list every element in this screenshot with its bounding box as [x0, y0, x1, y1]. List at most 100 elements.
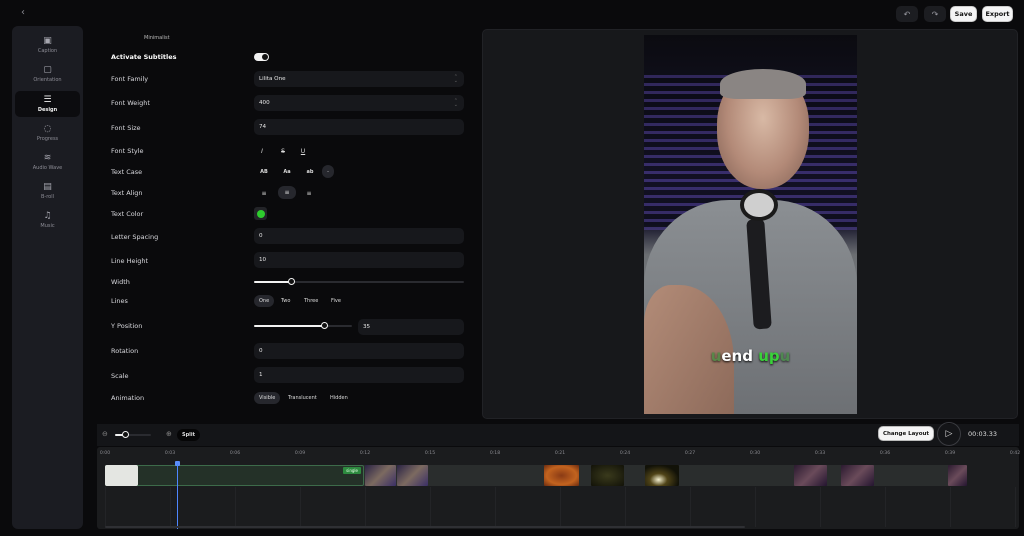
sidebar-item-b-roll[interactable]: ▤ B-roll	[15, 178, 80, 204]
timeline-grid-line	[690, 487, 691, 527]
timeline-horizontal-scrollbar[interactable]	[105, 526, 745, 528]
sidebar: ▣ Caption ▢ Orientation ☰ Design ◌ Progr…	[12, 26, 83, 529]
broll-clip[interactable]	[794, 465, 827, 486]
timeline-tick-label: 0:06	[229, 451, 241, 456]
segment-badge: single	[343, 467, 361, 474]
animation-option-hidden[interactable]: Hidden	[325, 392, 353, 404]
timeline-grid-line	[235, 487, 236, 527]
intro-clip[interactable]	[105, 465, 138, 486]
broll-clip[interactable]	[591, 465, 624, 486]
timeline-grid-line	[885, 487, 886, 527]
sidebar-item-design[interactable]: ☰ Design	[15, 91, 80, 117]
sidebar-item-caption[interactable]: ▣ Caption	[15, 32, 80, 58]
rotation-input[interactable]: 0	[254, 343, 464, 359]
redo-icon: ↷	[931, 9, 939, 19]
scale-input[interactable]: 1	[254, 367, 464, 383]
split-button[interactable]: Split	[177, 429, 200, 441]
animation-option-translucent[interactable]: Translucent	[283, 392, 322, 404]
timeline-zoom-thumb[interactable]	[122, 431, 130, 438]
video-frame[interactable]: uend upu	[644, 35, 857, 414]
color-dot	[256, 209, 265, 218]
align-right-button[interactable]: ≡	[302, 187, 316, 199]
broll-clip[interactable]	[645, 465, 679, 486]
subtitle-caption[interactable]: uend upu	[644, 347, 857, 365]
sidebar-item-progress[interactable]: ◌ Progress	[15, 120, 80, 146]
music-icon: ♫	[43, 211, 52, 221]
video-preview-panel: uend upu	[482, 29, 1018, 419]
y-position-slider[interactable]	[254, 322, 352, 329]
text-align-label: Text Align	[111, 189, 143, 197]
change-layout-button[interactable]: Change Layout	[878, 426, 934, 441]
caption-segment-single[interactable]: single	[105, 465, 364, 486]
activate-subtitles-toggle[interactable]	[254, 53, 269, 61]
timeline-tick-label: 0:42	[1009, 451, 1021, 456]
text-case-label: Text Case	[111, 168, 143, 176]
undo-button[interactable]: ↶	[896, 6, 918, 22]
sidebar-item-orientation[interactable]: ▢ Orientation	[15, 61, 80, 87]
sidebar-item-audio-wave[interactable]: ≋ Audio Wave	[15, 149, 80, 175]
timeline-zoom-slider[interactable]	[115, 431, 151, 438]
timeline-grid-line	[105, 487, 106, 527]
playhead[interactable]	[177, 463, 179, 529]
strikethrough-button[interactable]: S	[276, 145, 290, 157]
broll-clip[interactable]	[948, 465, 967, 486]
updown-chevron-icon: ⌃ ⌄	[453, 74, 458, 84]
lines-option-one[interactable]: One	[254, 295, 275, 307]
timeline-tick-label: 0:30	[749, 451, 761, 456]
no-case-button[interactable]: -	[322, 165, 334, 178]
uppercase-button[interactable]: AB	[257, 166, 271, 178]
lowercase-button[interactable]: ab	[303, 166, 317, 178]
lines-option-five[interactable]: Five	[326, 295, 346, 307]
lines-option-two[interactable]: Two	[276, 295, 295, 307]
play-button[interactable]: ▷	[937, 422, 961, 446]
font-family-label: Font Family	[111, 75, 149, 83]
timeline-tick-label: 0:33	[814, 451, 826, 456]
broll-clip[interactable]	[841, 465, 874, 486]
zoom-out-icon[interactable]: ⊖	[102, 430, 108, 438]
font-size-input[interactable]: 74	[254, 119, 464, 135]
font-weight-select[interactable]: 400 ⌃ ⌄	[254, 95, 464, 111]
y-position-slider-fill	[254, 325, 325, 327]
sliders-icon: ☰	[43, 95, 52, 105]
y-position-slider-thumb[interactable]	[321, 322, 329, 329]
sidebar-item-label: Audio Wave	[32, 165, 63, 171]
width-slider[interactable]	[254, 278, 464, 285]
animation-option-visible[interactable]: Visible	[254, 392, 281, 404]
width-slider-fill	[254, 281, 292, 283]
back-button[interactable]: ‹	[16, 6, 30, 20]
save-button[interactable]: Save	[950, 6, 977, 22]
font-family-select[interactable]: Lilita One ⌃ ⌄	[254, 71, 464, 87]
timeline[interactable]: 0:00 0:03 0:06 0:09 0:12 0:15 0:18 0:21 0:24 0:27…	[97, 447, 1021, 529]
timeline-tick-label: 0:39	[944, 451, 956, 456]
export-button[interactable]: Export	[982, 6, 1013, 22]
align-center-button[interactable]: ≡	[278, 186, 296, 199]
font-size-label: Font Size	[111, 124, 141, 132]
broll-clip[interactable]	[397, 465, 428, 486]
letter-spacing-label: Letter Spacing	[111, 233, 159, 241]
video-track[interactable]: single	[105, 465, 967, 486]
italic-button[interactable]: I	[255, 145, 269, 157]
underline-button[interactable]: U	[296, 145, 310, 157]
titlecase-button[interactable]: Aa	[280, 166, 294, 178]
timeline-tick-label: 0:18	[489, 451, 501, 456]
rotation-value: 0	[259, 348, 263, 354]
sidebar-item-music[interactable]: ♫ Music	[15, 207, 80, 233]
line-height-input[interactable]: 10	[254, 252, 464, 268]
align-left-icon: ≡	[261, 189, 267, 197]
letter-spacing-input[interactable]: 0	[254, 228, 464, 244]
broll-clip[interactable]	[544, 465, 579, 486]
width-slider-thumb[interactable]	[288, 278, 296, 285]
italic-icon: I	[261, 147, 263, 155]
y-position-input[interactable]: 35	[358, 319, 464, 335]
timeline-grid-line	[495, 487, 496, 527]
scale-value: 1	[259, 372, 263, 378]
align-left-button[interactable]: ≡	[257, 187, 271, 199]
timeline-grid-line	[560, 487, 561, 527]
lines-label: Lines	[111, 297, 128, 305]
broll-clip[interactable]	[365, 465, 396, 486]
redo-button[interactable]: ↷	[924, 6, 946, 22]
text-color-swatch[interactable]	[254, 207, 267, 220]
lines-option-three[interactable]: Three	[299, 295, 323, 307]
zoom-in-icon[interactable]: ⊕	[166, 430, 172, 438]
sidebar-item-label: Orientation	[33, 77, 62, 83]
